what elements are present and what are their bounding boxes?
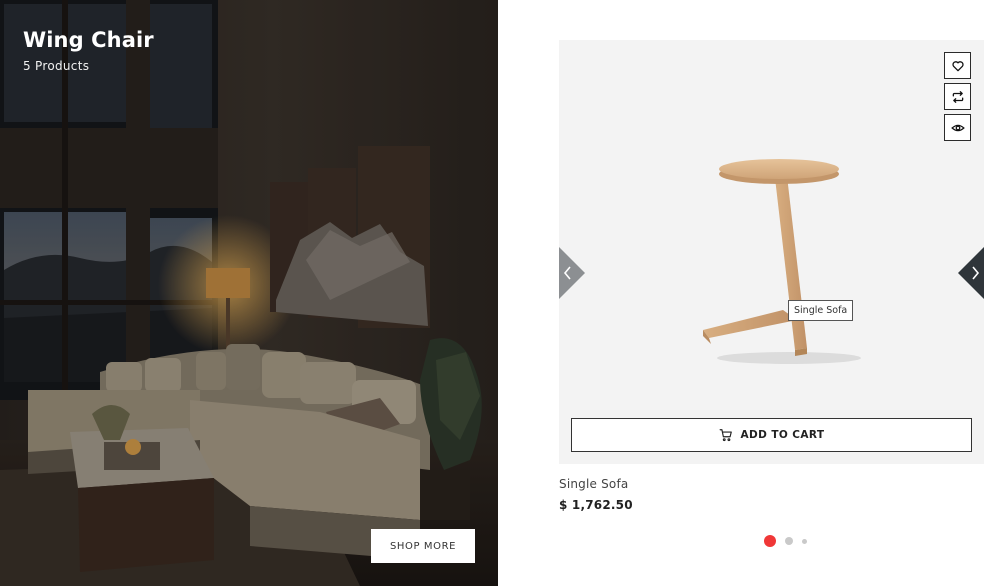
shop-more-button[interactable]: SHOP MORE [371, 529, 475, 563]
carousel-dot-3[interactable] [802, 538, 807, 544]
eye-icon [950, 124, 965, 131]
compare-button[interactable] [944, 83, 971, 110]
living-room-image [0, 0, 498, 586]
add-to-cart-button[interactable]: ADD TO CART [571, 418, 972, 452]
cart-icon [719, 429, 732, 442]
next-arrow-button[interactable] [958, 247, 984, 299]
product-price: $ 1,762.50 [559, 498, 633, 512]
collection-product-count: 5 Products [23, 59, 90, 73]
compare-icon [952, 90, 963, 103]
product-image[interactable] [679, 134, 869, 374]
product-card-image-area[interactable]: Single Sofa ADD TO CART [559, 40, 984, 464]
product-name[interactable]: Single Sofa [559, 477, 628, 491]
carousel-dot-2[interactable] [785, 537, 793, 545]
collection-banner[interactable]: Wing Chair 5 Products SHOP MORE [0, 0, 498, 586]
product-tooltip: Single Sofa [788, 300, 854, 321]
collection-title[interactable]: Wing Chair [23, 28, 154, 52]
previous-arrow-button[interactable] [559, 247, 585, 299]
add-to-cart-label: ADD TO CART [740, 429, 825, 441]
carousel-pagination [764, 535, 807, 547]
quick-view-button[interactable] [944, 114, 971, 141]
wishlist-button[interactable] [944, 52, 971, 79]
carousel-dot-1[interactable] [764, 535, 776, 547]
heart-icon [951, 60, 964, 71]
